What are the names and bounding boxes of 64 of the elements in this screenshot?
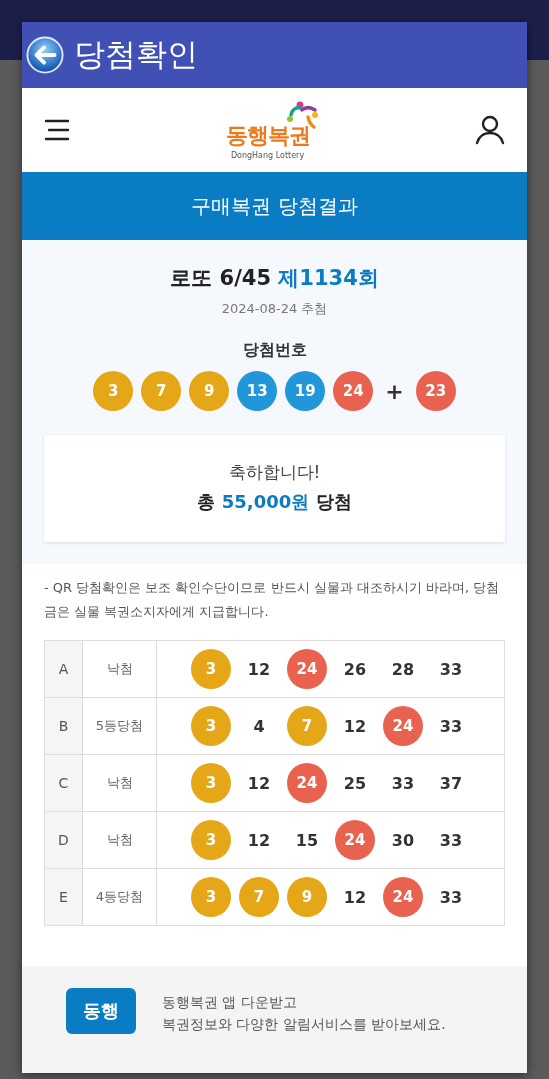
status-cell: 5등당첨 (83, 698, 157, 754)
slot-cell: A (45, 641, 83, 697)
notice-text: - QR 당첨확인은 보조 확인수단이므로 반드시 실물과 대조하시기 바라며, 당첨금은 실물 복권소지자에게 지급합니다. (44, 579, 501, 621)
slot-cell: E (45, 869, 83, 925)
matched-number-ball: 24 (383, 706, 423, 746)
ticket-number: 25 (342, 773, 368, 793)
ticket-number: 12 (246, 830, 272, 850)
ticket-number: 12 (246, 659, 272, 679)
matched-number-ball: 3 (191, 706, 231, 746)
ticket-number: 12 (246, 773, 272, 793)
matched-number-ball: 24 (383, 877, 423, 917)
status-cell: 낙첨 (83, 641, 157, 697)
status-cell: 낙첨 (83, 755, 157, 811)
ticket-number: 33 (438, 659, 464, 679)
matched-number-ball: 24 (335, 820, 375, 860)
number-ball: 3 (93, 371, 134, 411)
results-banner: 구매복권 당첨결과 (22, 172, 527, 240)
app-icon[interactable]: 동행 (66, 988, 136, 1034)
ticket-number: 4 (252, 716, 266, 736)
matched-number-ball: 3 (191, 877, 231, 917)
number-ball: 13 (237, 371, 278, 411)
slot-cell: B (45, 698, 83, 754)
number-ball: 19 (285, 371, 326, 411)
logo-text: 동행복권 (225, 121, 310, 150)
matched-number-ball: 3 (191, 820, 231, 860)
matched-number-ball: 7 (287, 706, 327, 746)
ticket-number: 37 (438, 773, 464, 793)
user-icon[interactable] (475, 115, 505, 145)
number-ball: 7 (141, 371, 182, 411)
number-ball: 24 (333, 371, 374, 411)
promo-text: 복권정보와 다양한 알림서비스를 받아보세요. (162, 1016, 446, 1034)
matched-number-ball: 24 (287, 649, 327, 689)
ticket-number: 33 (390, 773, 416, 793)
winning-numbers-label: 당첨번호 (242, 340, 307, 361)
draw-date: 2024-08-24 추첨 (221, 300, 328, 318)
ticket-number: 12 (342, 887, 368, 907)
ticket-number: 33 (438, 887, 464, 907)
logo[interactable]: 동행복권 DongHang Lottery (225, 100, 320, 160)
matched-number-ball: 7 (239, 877, 279, 917)
ticket-number: 15 (294, 830, 320, 850)
status-cell: 낙첨 (83, 812, 157, 868)
plus-sign: + (385, 378, 404, 404)
menu-icon[interactable] (44, 119, 70, 141)
congrats-message: 축하합니다! (228, 461, 321, 484)
ticket-number: 12 (342, 716, 368, 736)
slot-cell: C (45, 755, 83, 811)
logo-subtext: DongHang Lottery (230, 150, 305, 160)
matched-number-ball: 3 (191, 649, 231, 689)
ticket-number: 33 (438, 716, 464, 736)
dialog-title: 당첨확인 (74, 35, 198, 74)
ticket-number: 26 (342, 659, 368, 679)
bonus-ball: 23 (415, 371, 456, 411)
ticket-number: 33 (438, 830, 464, 850)
ticket-number: 28 (390, 659, 416, 679)
promo-text: 동행복권 앱 다운받고 (162, 994, 298, 1012)
status-cell: 4등당첨 (83, 869, 157, 925)
slot-cell: D (45, 812, 83, 868)
draw-heading: 로또 6/45 제1134회 (170, 265, 379, 292)
ticket-number: 30 (390, 830, 416, 850)
matched-number-ball: 9 (287, 877, 327, 917)
matched-number-ball: 24 (287, 763, 327, 803)
number-ball: 9 (189, 371, 230, 411)
matched-number-ball: 3 (191, 763, 231, 803)
prize-amount: 총 55,000원 당첨 (197, 490, 352, 514)
